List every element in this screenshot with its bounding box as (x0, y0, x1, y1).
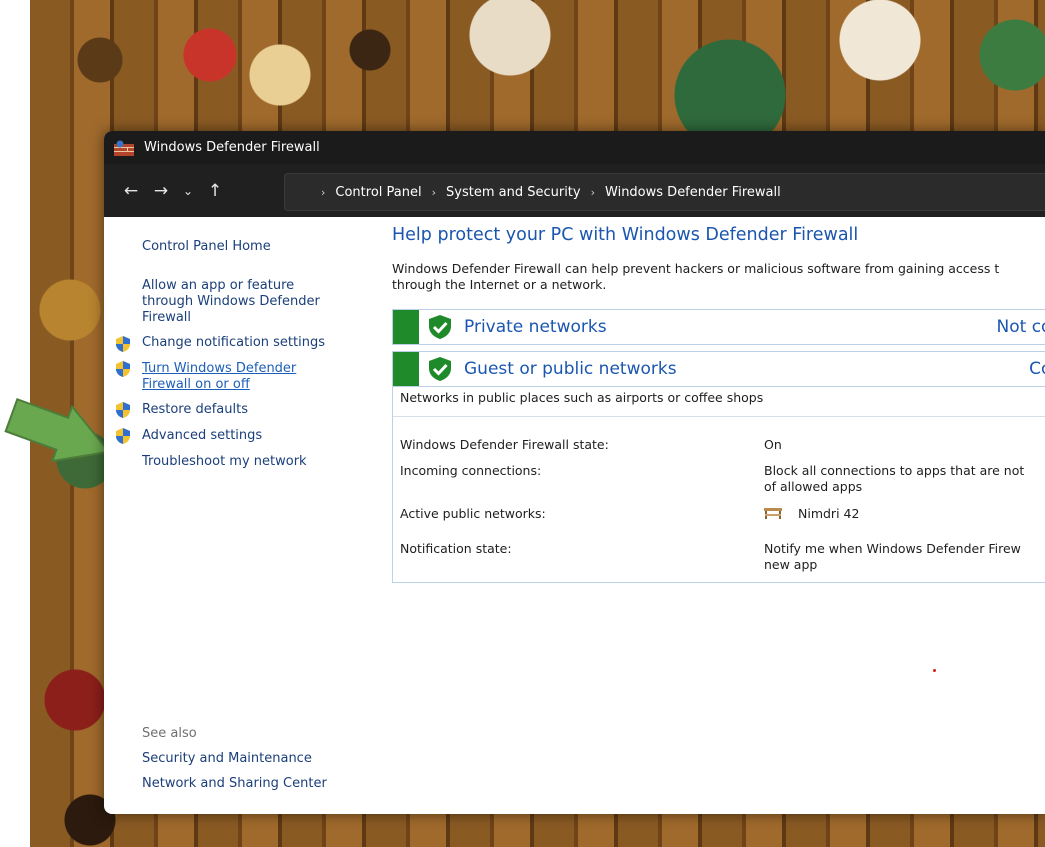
breadcrumb-separator-icon: › (321, 185, 326, 199)
title-bar: Windows Defender Firewall (104, 131, 1045, 164)
turn-firewall-on-off-link[interactable]: Turn Windows Defender Firewall on or off (142, 361, 296, 393)
intro-text: Windows Defender Firewall can help preve… (392, 261, 1045, 293)
status-strip (393, 352, 419, 386)
see-also-heading: See also (142, 726, 197, 741)
breadcrumb-control-panel[interactable]: Control Panel (335, 185, 421, 200)
change-notification-settings-link[interactable]: Change notification settings (142, 335, 325, 351)
notification-state-value-line1: Notify me when Windows Defender Firew (764, 541, 1021, 556)
green-shield-check-icon (429, 357, 451, 381)
advanced-settings-link[interactable]: Advanced settings (142, 428, 262, 444)
intro-text-line2: through the Internet or a network. (392, 277, 607, 292)
firewall-state-label: Windows Defender Firewall state: (400, 437, 609, 452)
public-networks-description: Networks in public places such as airpor… (400, 390, 764, 405)
annotation-arrow-icon (4, 398, 111, 463)
uac-shield-icon (116, 361, 130, 377)
breadcrumb[interactable]: › Control Panel › System and Security › … (284, 173, 1045, 211)
security-and-maintenance-link[interactable]: Security and Maintenance (142, 751, 312, 767)
turn-firewall-link-line2: Firewall on or off (142, 377, 250, 392)
private-networks-status: Not conn (996, 317, 1045, 337)
intro-text-line1: Windows Defender Firewall can help preve… (392, 261, 1000, 276)
firewall-app-icon (114, 140, 134, 156)
restore-defaults-link[interactable]: Restore defaults (142, 402, 248, 418)
back-arrow-icon[interactable]: ← (116, 181, 146, 201)
breadcrumb-windows-defender-firewall[interactable]: Windows Defender Firewall (605, 185, 781, 200)
incoming-connections-value-line2: of allowed apps (764, 479, 863, 494)
incoming-connections-label: Incoming connections: (400, 463, 542, 478)
breadcrumb-system-and-security[interactable]: System and Security (446, 185, 581, 200)
breadcrumb-separator-icon: › (590, 185, 596, 199)
public-networks-label[interactable]: Guest or public networks (464, 359, 677, 379)
notification-state-value: Notify me when Windows Defender Firew ne… (764, 541, 1045, 573)
recent-locations-chevron-icon[interactable]: ⌄ (176, 184, 200, 198)
uac-shield-icon (116, 402, 130, 418)
notification-state-label: Notification state: (400, 541, 512, 556)
green-shield-check-icon (429, 315, 451, 339)
network-and-sharing-center-link[interactable]: Network and Sharing Center (142, 776, 327, 792)
incoming-connections-value-line1: Block all connections to apps that are n… (764, 463, 1025, 478)
uac-shield-icon (116, 428, 130, 444)
uac-shield-icon (116, 336, 130, 352)
private-networks-header[interactable]: Private networks Not conn (392, 309, 1045, 345)
public-networks-header[interactable]: Guest or public networks Conn (392, 351, 1045, 387)
sidebar: Control Panel Home Allow an app or featu… (104, 217, 374, 814)
allow-app-link-line3: Firewall (142, 310, 192, 325)
address-bar: ← → ⌄ ↑ › Control Panel › System and Sec… (104, 164, 1045, 217)
allow-app-link[interactable]: Allow an app or feature through Windows … (142, 278, 320, 326)
page-title: Help protect your PC with Windows Defend… (392, 225, 859, 245)
allow-app-link-line1: Allow an app or feature (142, 278, 295, 293)
main-content: Help protect your PC with Windows Defend… (392, 217, 1045, 814)
public-networks-details: Networks in public places such as airpor… (392, 386, 1045, 583)
public-network-bench-icon (764, 508, 782, 519)
public-networks-status: Conn (1029, 359, 1045, 379)
breadcrumb-separator-icon: › (431, 185, 437, 199)
up-arrow-icon[interactable]: ↑ (200, 181, 230, 201)
incoming-connections-value: Block all connections to apps that are n… (764, 463, 1045, 495)
notification-state-value-line2: new app (764, 557, 818, 572)
firewall-state-value: On (764, 437, 782, 452)
active-network-name: Nimdri 42 (798, 506, 860, 521)
active-public-networks-value: Nimdri 42 (764, 506, 1045, 522)
divider (393, 416, 1045, 417)
cursor-dot (933, 669, 936, 672)
turn-firewall-link-line1: Turn Windows Defender (142, 361, 297, 376)
firewall-window: Windows Defender Firewall ← → ⌄ ↑ › Cont… (104, 131, 1045, 814)
allow-app-link-line2: through Windows Defender (142, 294, 320, 309)
active-public-networks-label: Active public networks: (400, 506, 546, 521)
private-networks-label[interactable]: Private networks (464, 317, 607, 337)
status-strip (393, 310, 419, 344)
window-title: Windows Defender Firewall (144, 140, 320, 155)
troubleshoot-network-link[interactable]: Troubleshoot my network (142, 454, 307, 470)
forward-arrow-icon[interactable]: → (146, 181, 176, 201)
control-panel-home-link[interactable]: Control Panel Home (142, 239, 271, 255)
